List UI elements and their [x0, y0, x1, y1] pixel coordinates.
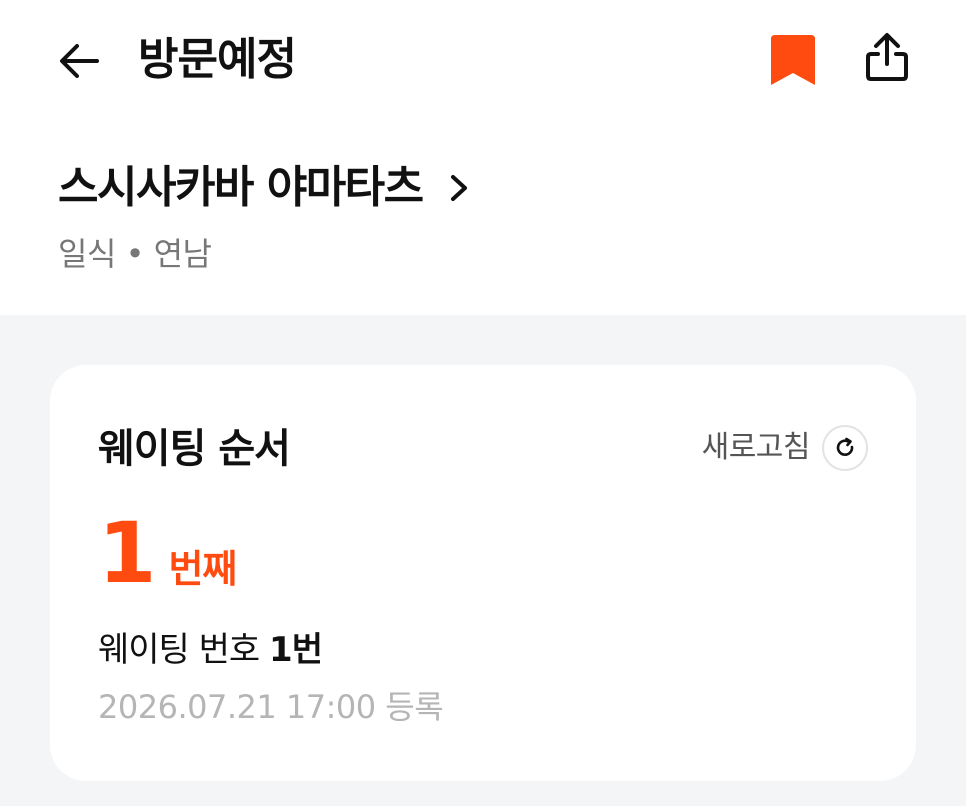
restaurant-area: 연남	[153, 235, 212, 273]
bookmark-icon	[771, 35, 815, 85]
top-section: 방문예정 스시사카바 야마타츠 일식 • 연남	[0, 0, 966, 315]
waiting-card-title: 웨이팅 순서	[98, 426, 291, 472]
back-button[interactable]	[50, 32, 108, 90]
share-button[interactable]	[858, 28, 916, 86]
restaurant-name: 스시사카바 야마타츠	[58, 162, 424, 213]
share-icon	[866, 33, 908, 81]
waiting-order: 1 번째	[98, 504, 237, 602]
arrow-left-icon	[60, 44, 99, 78]
meta-separator: •	[125, 235, 145, 273]
refresh-button[interactable]: 새로고침	[702, 425, 868, 471]
waiting-order-suffix: 번째	[168, 547, 237, 591]
waiting-number-value: 1번	[269, 630, 323, 670]
registered-time: 2026.07.21 17:00 등록	[98, 685, 444, 729]
page-title: 방문예정	[138, 34, 297, 85]
refresh-icon	[822, 425, 868, 471]
restaurant-category: 일식	[58, 235, 116, 273]
restaurant-meta: 일식 • 연남	[58, 232, 212, 276]
refresh-label: 새로고침	[701, 430, 811, 465]
waiting-card: 웨이팅 순서 새로고침 1 번째 웨이팅 번호 1번 2026.07.21 17…	[50, 365, 916, 781]
waiting-number-label: 웨이팅 번호	[98, 630, 260, 670]
app-header: 방문예정	[0, 0, 966, 120]
visit-schedule-screen: 방문예정 스시사카바 야마타츠 일식 • 연남 웨이팅 순서 새로고침 1 번째…	[0, 0, 966, 806]
restaurant-link[interactable]: 스시사카바 야마타츠	[58, 158, 473, 218]
waiting-number: 웨이팅 번호 1번	[98, 627, 323, 673]
waiting-order-number: 1	[98, 504, 157, 602]
registered-suffix: 등록	[385, 688, 444, 726]
chevron-right-icon	[445, 174, 473, 202]
registered-datetime: 2026.07.21 17:00	[98, 688, 376, 726]
bookmark-button[interactable]	[764, 30, 822, 90]
